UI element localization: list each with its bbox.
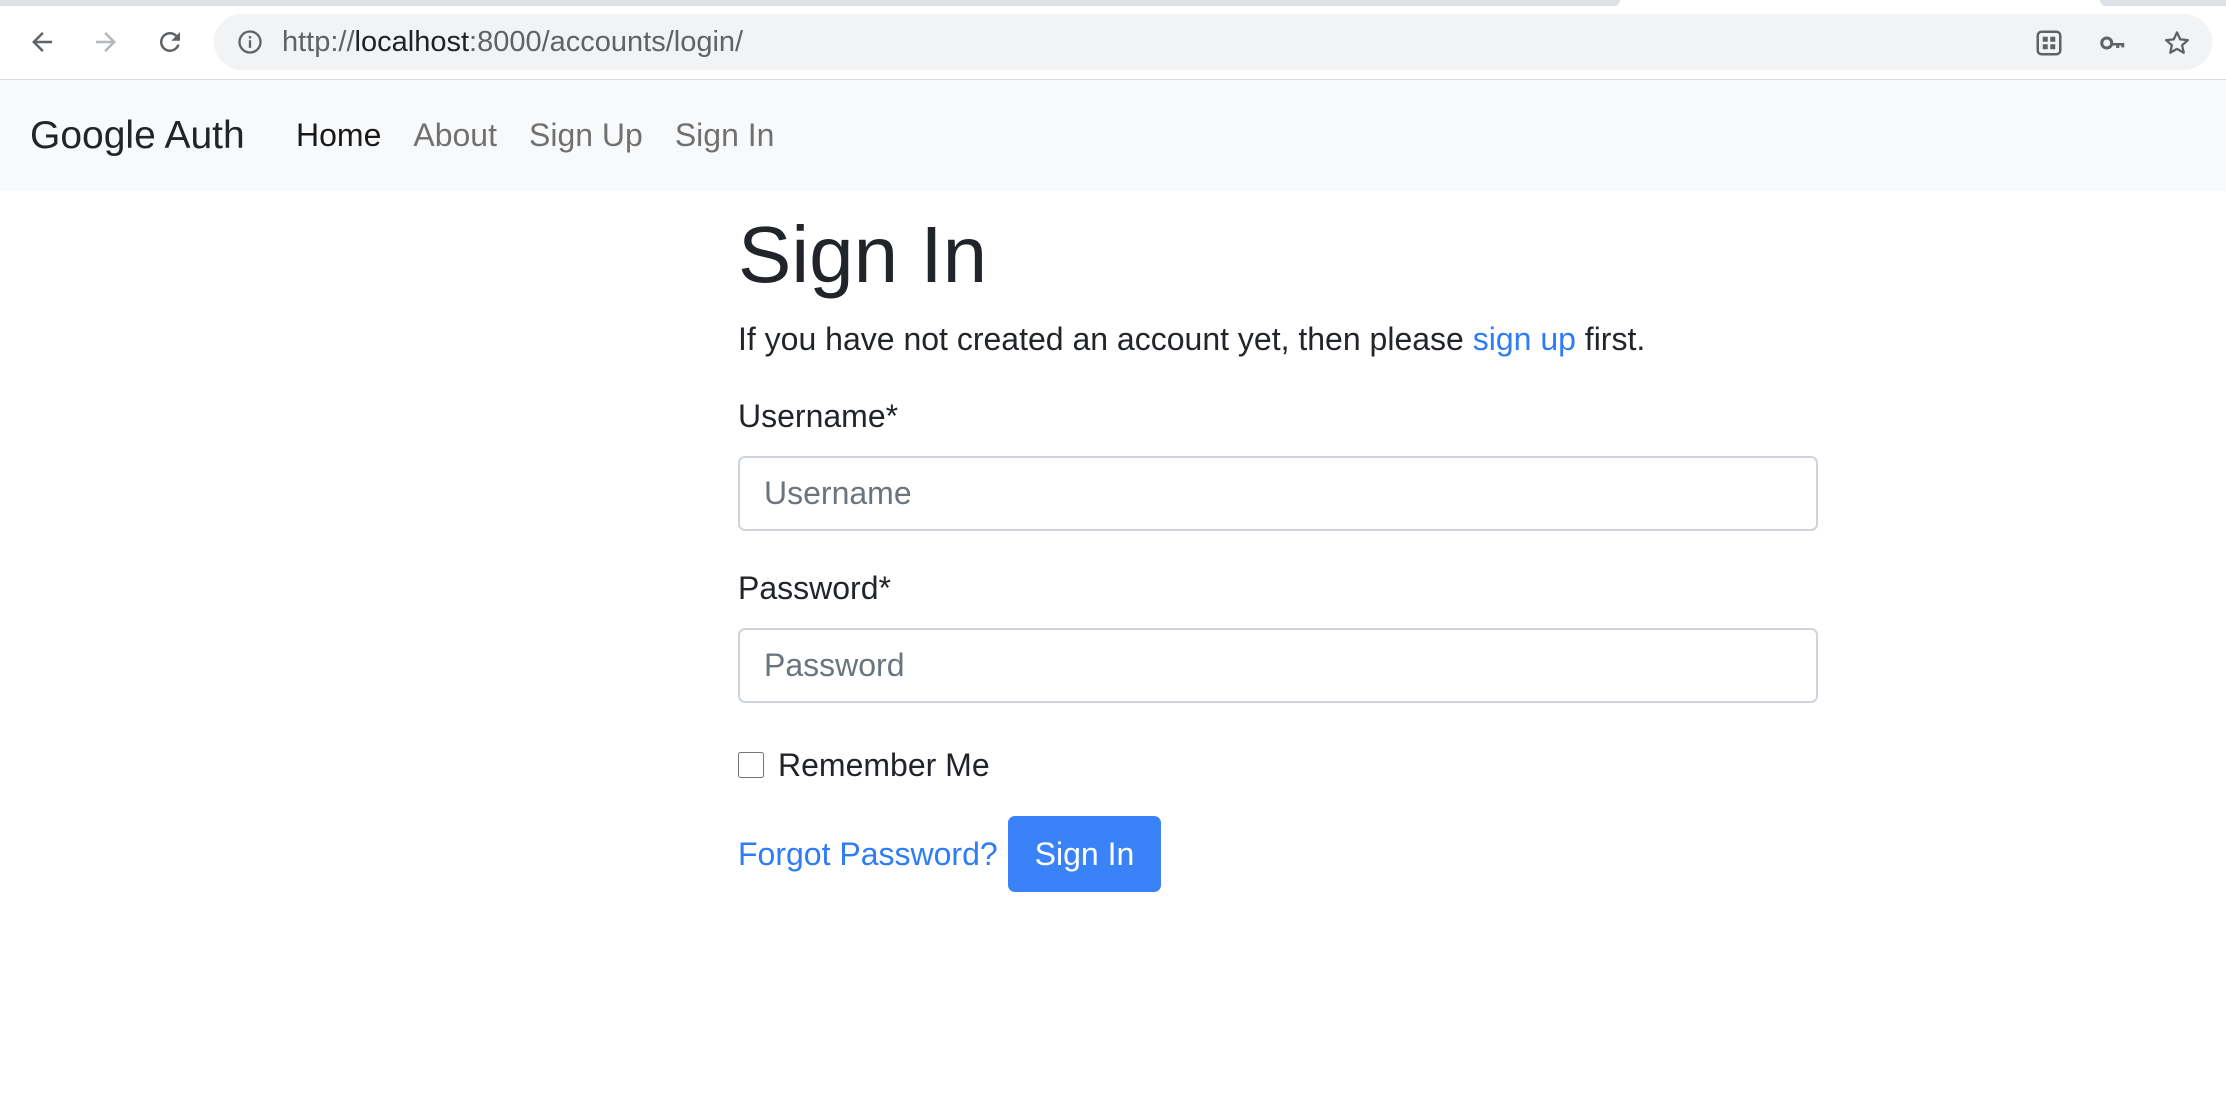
url-path: :8000/accounts/login/	[469, 26, 744, 58]
password-label: Password*	[738, 570, 891, 606]
username-input[interactable]	[738, 456, 1818, 531]
forward-button[interactable]	[82, 18, 130, 66]
address-bar[interactable]: http://localhost:8000/accounts/login/	[214, 14, 2212, 70]
remember-me-row: Remember Me	[738, 741, 990, 789]
nav-link-home[interactable]: Home	[296, 117, 381, 154]
star-icon[interactable]	[2162, 28, 2192, 58]
tab-strip	[0, 0, 1620, 6]
browser-toolbar: http://localhost:8000/accounts/login/	[0, 0, 2226, 80]
remember-me-label[interactable]: Remember Me	[778, 747, 990, 784]
intro-text-before: If you have not created an account yet, …	[738, 321, 1473, 357]
info-icon[interactable]	[236, 28, 264, 56]
forgot-password-link[interactable]: Forgot Password?	[738, 836, 998, 873]
tab-strip-right	[2100, 0, 2226, 6]
url-text[interactable]: http://localhost:8000/accounts/login/	[282, 14, 743, 70]
reload-icon	[159, 31, 180, 52]
nav-link-about[interactable]: About	[413, 117, 497, 154]
key-icon[interactable]	[2098, 28, 2128, 58]
apps-grid-icon[interactable]	[2034, 28, 2064, 58]
url-host: localhost	[354, 26, 470, 58]
nav-link-sign-up[interactable]: Sign Up	[529, 117, 643, 154]
nav-links: Home About Sign Up Sign In	[296, 80, 806, 191]
back-button[interactable]	[18, 18, 66, 66]
sign-in-button[interactable]: Sign In	[1007, 816, 1162, 892]
sign-up-link[interactable]: sign up	[1473, 321, 1576, 357]
navbar-brand[interactable]: Google Auth	[30, 80, 245, 191]
arrow-right-icon	[96, 32, 116, 52]
intro-text-after: first.	[1575, 321, 1646, 357]
intro-text: If you have not created an account yet, …	[738, 315, 1645, 363]
nav-link-sign-in[interactable]: Sign In	[675, 117, 775, 154]
page-title: Sign In	[738, 210, 988, 299]
form-actions: Forgot Password? Sign In	[738, 816, 1162, 892]
reload-button[interactable]	[146, 18, 194, 66]
password-input[interactable]	[738, 628, 1818, 703]
arrow-left-icon	[32, 32, 52, 52]
url-scheme: http://	[282, 26, 355, 58]
remember-me-checkbox[interactable]	[738, 752, 764, 778]
site-navbar: Google Auth Home About Sign Up Sign In	[0, 80, 2226, 191]
username-label: Username*	[738, 398, 899, 434]
